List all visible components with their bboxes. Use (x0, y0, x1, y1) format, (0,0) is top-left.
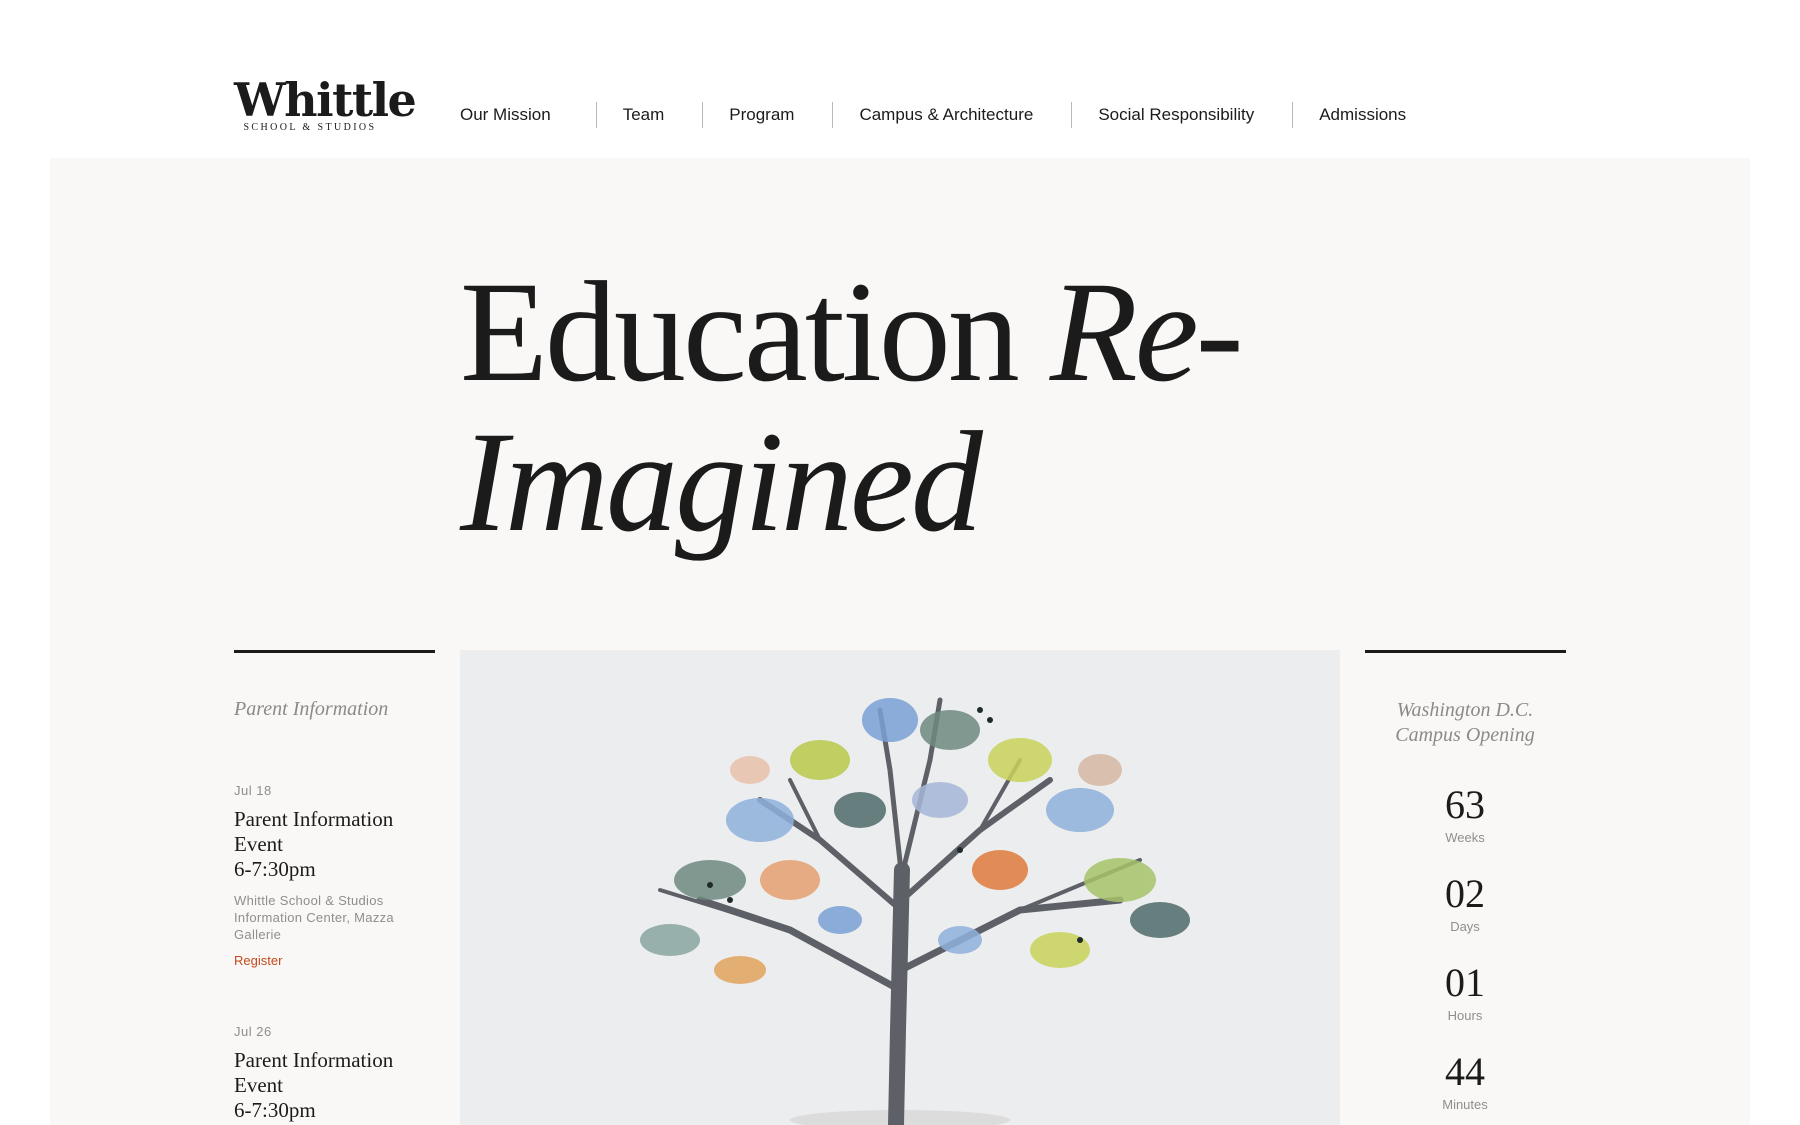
nav-divider (832, 102, 834, 128)
countdown-weeks-value: 63 (1445, 782, 1485, 827)
tree-illustration-icon (460, 650, 1340, 1125)
hero-section: Education Re- Imagined Parent Informatio… (50, 158, 1750, 1125)
nav-social-responsibility[interactable]: Social Responsibility (1098, 105, 1254, 125)
headline-roman: Education (460, 253, 1050, 412)
nav-team[interactable]: Team (623, 105, 665, 125)
event-time: 6-7:30pm (234, 857, 316, 881)
nav-divider (595, 102, 597, 128)
hero-image (460, 650, 1340, 1125)
headline-italic-2: Imagined (460, 403, 983, 562)
countdown-item: 01 Hours (1365, 960, 1565, 1024)
nav-divider (1071, 102, 1073, 128)
logo[interactable]: Whittle SCHOOL & STUDIOS (234, 73, 417, 134)
countdown-weeks-label: Weeks (1445, 830, 1485, 845)
countdown-item: 63 Weeks (1365, 782, 1565, 846)
nav-campus-architecture[interactable]: Campus & Architecture (859, 105, 1033, 125)
countdown-minutes-label: Minutes (1442, 1097, 1488, 1112)
logo-wordmark: Whittle (234, 73, 417, 127)
countdown-hours-value: 01 (1445, 960, 1485, 1005)
countdown-item: 44 Minutes (1365, 1049, 1565, 1113)
nav-program[interactable]: Program (729, 105, 794, 125)
countdown-title: Washington D.C. Campus Opening (1395, 699, 1535, 746)
countdown-column: Washington D.C. Campus Opening 63 Weeks … (1365, 650, 1565, 1112)
register-link[interactable]: Register (234, 953, 282, 968)
event-time: 6-7:30pm (234, 1098, 316, 1122)
event-date: Jul 18 (234, 783, 272, 798)
parent-info-title: Parent Information (234, 698, 389, 720)
headline-italic-1: Re- (1049, 253, 1244, 412)
hero-headline: Education Re- Imagined (460, 258, 1244, 558)
nav-divider (1292, 102, 1294, 128)
nav-admissions[interactable]: Admissions (1319, 105, 1406, 125)
countdown-hours-label: Hours (1447, 1008, 1483, 1023)
event-date: Jul 26 (234, 1024, 272, 1039)
countdown-days-label: Days (1450, 919, 1480, 934)
countdown-item: 02 Days (1365, 871, 1565, 935)
site-header: Whittle SCHOOL & STUDIOS Our Mission Tea… (0, 0, 1800, 158)
main-nav: Our Mission Team Program Campus & Archit… (460, 100, 1406, 130)
nav-our-mission[interactable]: Our Mission (460, 105, 551, 125)
parent-information-column: Parent Information Jul 18 Parent Informa… (234, 650, 434, 1123)
logo-subtitle: SCHOOL & STUDIOS (243, 122, 377, 133)
event-item: Jul 26 Parent Information Event 6-7:30pm (234, 1024, 434, 1123)
event-location: Whittle School & Studios Information Cen… (234, 893, 394, 942)
nav-divider (702, 102, 704, 128)
countdown-minutes-value: 44 (1445, 1049, 1485, 1094)
event-item: Jul 18 Parent Information Event 6-7:30pm… (234, 783, 434, 970)
event-title[interactable]: Parent Information Event (234, 807, 434, 857)
countdown-days-value: 02 (1445, 871, 1485, 916)
event-title[interactable]: Parent Information Event (234, 1048, 434, 1098)
